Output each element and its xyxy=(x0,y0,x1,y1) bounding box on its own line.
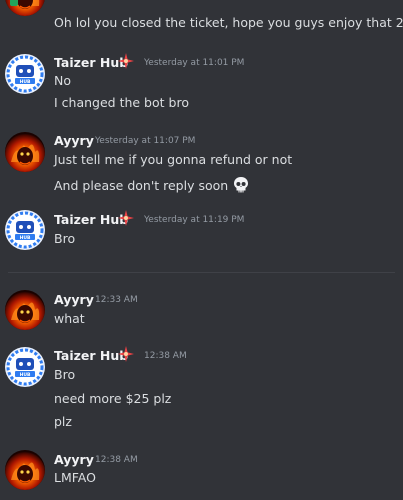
sparkle-badge-icon xyxy=(118,210,134,226)
username[interactable]: Ayyry xyxy=(54,133,94,148)
message-line: Just tell me if you gonna refund or not xyxy=(54,152,293,167)
message-line: I changed the bot bro xyxy=(54,95,189,110)
message-line: Bro xyxy=(54,367,76,382)
timestamp: 12:33 AM xyxy=(95,295,138,305)
timestamp: 12:38 AM xyxy=(95,455,138,465)
message-line: need more $25 plz xyxy=(54,391,172,406)
sparkle-badge-icon xyxy=(118,346,134,362)
ayyry-avatar[interactable] xyxy=(5,450,45,490)
message-line: Oh lol you closed the ticket, hope you g… xyxy=(54,15,403,30)
message-divider xyxy=(8,272,395,273)
ayyry-avatar[interactable] xyxy=(5,290,45,330)
taizer-hub-avatar[interactable] xyxy=(5,210,45,250)
timestamp: Yesterday at 11:01 PM xyxy=(144,58,245,68)
status-indicator xyxy=(10,0,18,6)
message-line: plz xyxy=(54,414,72,429)
timestamp: 12:38 AM xyxy=(144,351,187,361)
timestamp: Yesterday at 11:07 PM xyxy=(95,136,196,146)
message-line: Bro xyxy=(54,231,76,246)
taizer-hub-avatar[interactable] xyxy=(5,54,45,94)
skull-emoji-icon xyxy=(234,177,249,193)
message-line: LMFAO xyxy=(54,470,96,485)
message-line: No xyxy=(54,73,71,88)
username[interactable]: Ayyry xyxy=(54,452,94,467)
chat-messages: Oh lol you closed the ticket, hope you g… xyxy=(0,0,403,500)
ayyry-avatar[interactable] xyxy=(5,132,45,172)
message-line: what xyxy=(54,311,85,326)
timestamp: Yesterday at 11:19 PM xyxy=(144,215,245,225)
username[interactable]: Ayyry xyxy=(54,292,94,307)
sparkle-badge-icon xyxy=(118,53,134,69)
taizer-hub-avatar[interactable] xyxy=(5,347,45,387)
message-line: And please don't reply soon xyxy=(54,176,250,194)
